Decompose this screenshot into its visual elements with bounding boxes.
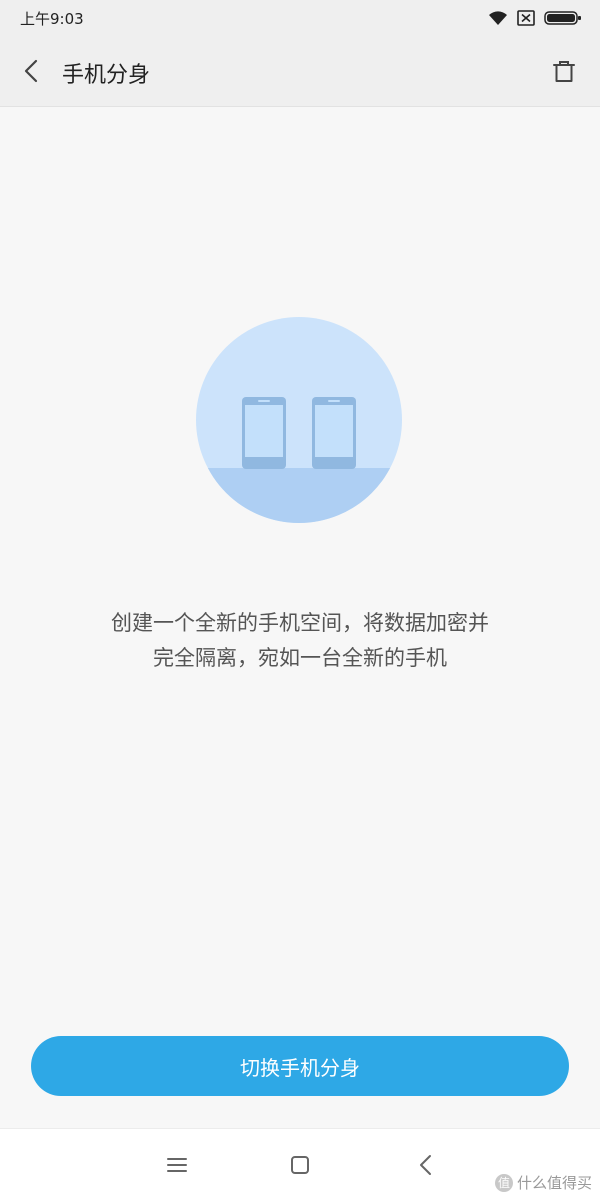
watermark: 值 什么值得买 [494, 1172, 592, 1193]
back-icon [420, 1155, 431, 1175]
watermark-text: 什么值得买 [516, 1174, 592, 1192]
header-bar: 手机分身 [0, 36, 600, 107]
wifi-icon [489, 11, 507, 25]
back-button[interactable] [16, 54, 48, 88]
two-phones-illustration [196, 317, 402, 523]
chevron-left-icon [24, 59, 38, 83]
status-time: 上午9:03 [20, 10, 84, 28]
phones-illustration-icon [196, 317, 402, 523]
page-title: 手机分身 [62, 63, 151, 88]
status-icons [488, 9, 582, 27]
home-button[interactable] [286, 1151, 314, 1179]
battery-icon [544, 11, 581, 25]
switch-second-space-button[interactable]: 切换手机分身 [31, 1036, 569, 1096]
status-bar: 上午9:03 [0, 0, 600, 36]
description-line-2: 完全隔离，宛如一台全新的手机 [153, 646, 447, 670]
delete-button[interactable] [548, 56, 580, 88]
menu-button[interactable] [163, 1151, 191, 1179]
menu-icon [167, 1158, 187, 1172]
watermark-badge: 值 [494, 1173, 513, 1192]
nav-back-button[interactable] [412, 1151, 440, 1179]
navigation-bar: 值 什么值得买 [0, 1128, 600, 1201]
description-line-1: 创建一个全新的手机空间，将数据加密并 [111, 611, 489, 635]
home-icon [291, 1156, 309, 1174]
sim-x-icon [517, 10, 535, 26]
trash-icon [553, 61, 575, 82]
